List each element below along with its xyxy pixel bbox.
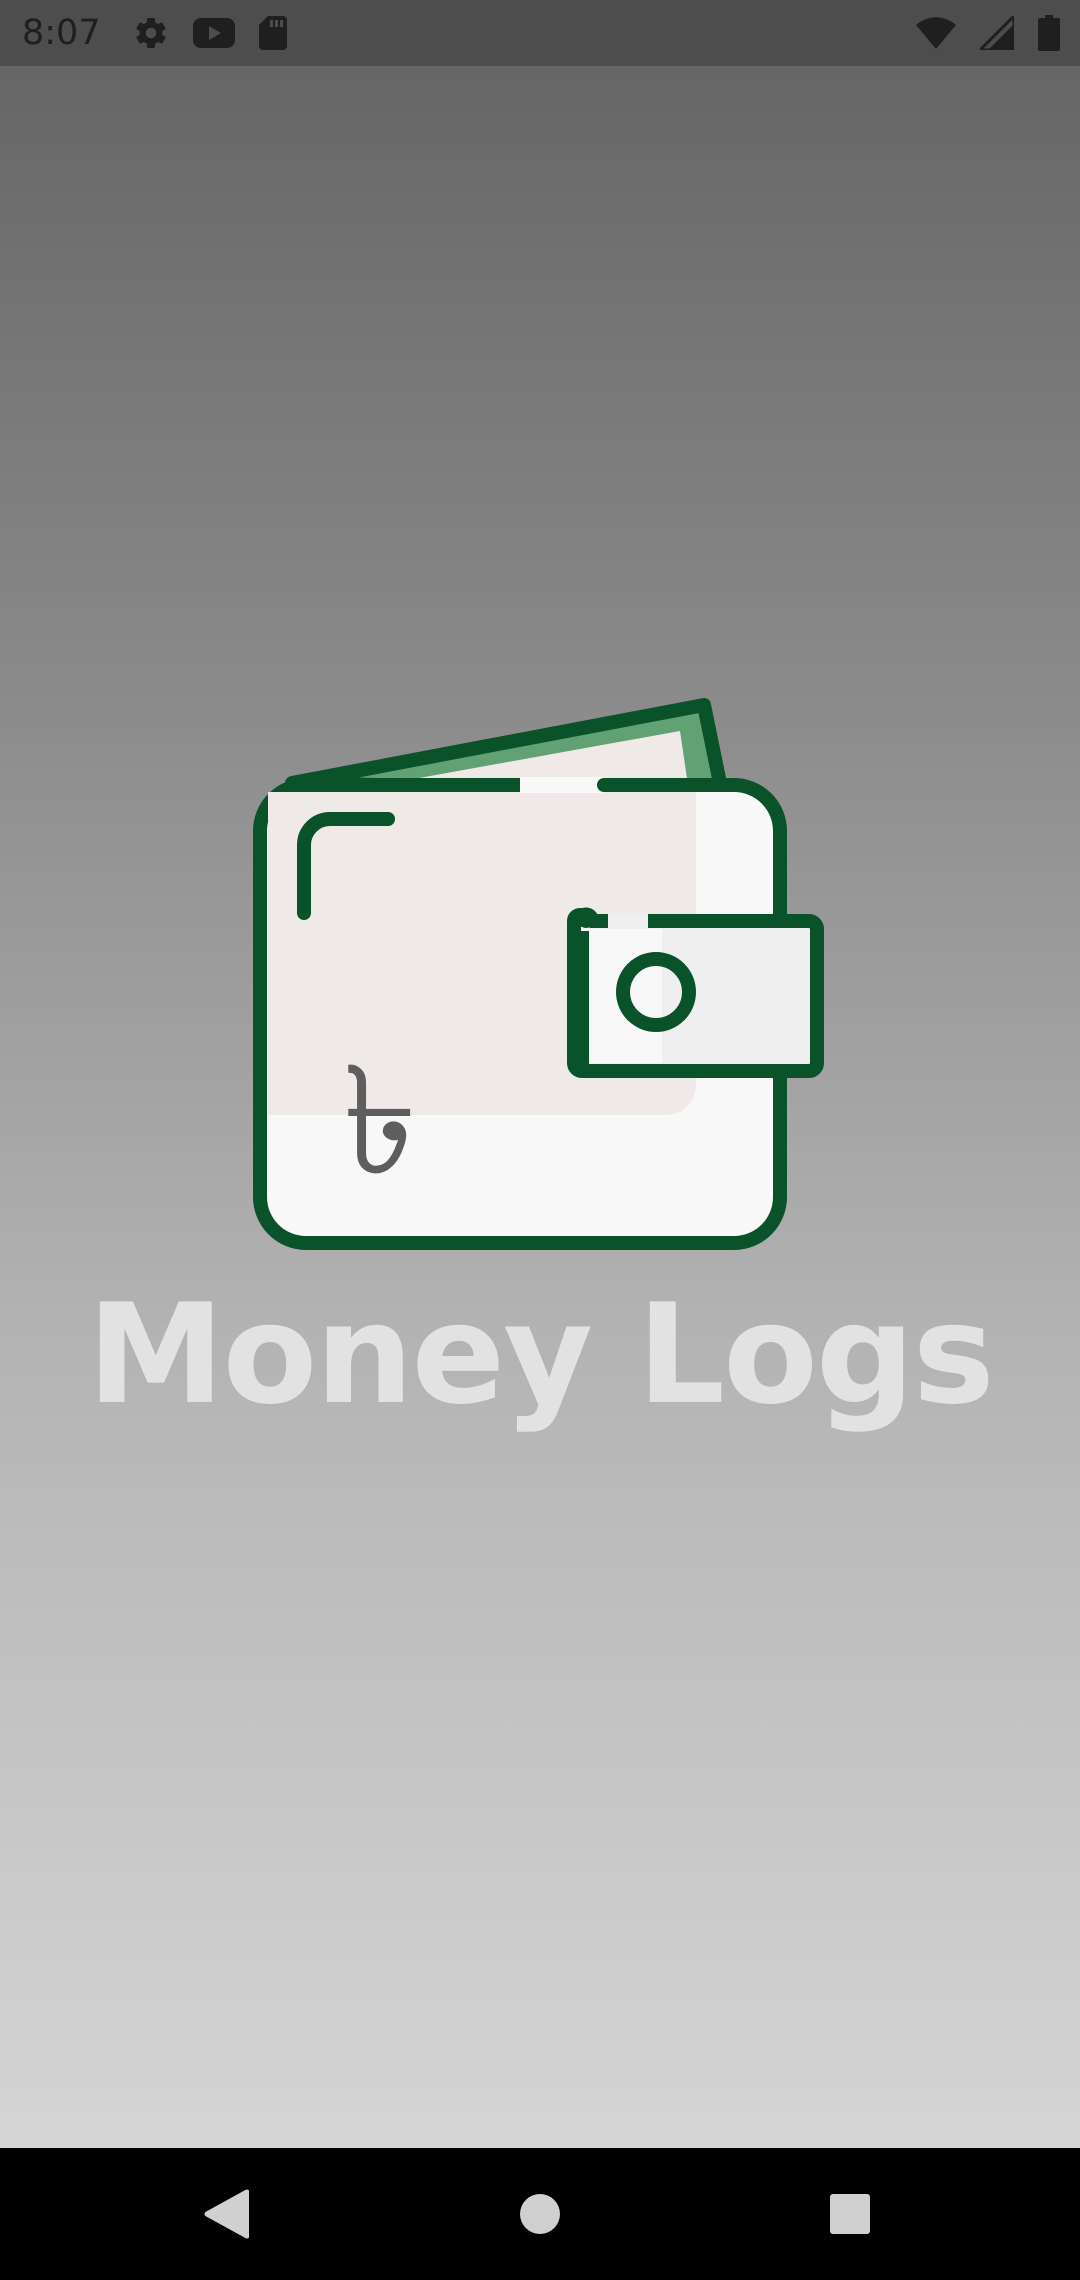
status-time: 8:07	[22, 13, 101, 53]
navigation-bar	[0, 2148, 1080, 2280]
sd-card-icon	[258, 16, 287, 50]
app-name: Money Logs	[87, 1274, 995, 1435]
back-icon	[204, 2189, 249, 2239]
battery-icon	[1038, 15, 1060, 51]
status-bar-right	[916, 15, 1060, 51]
wifi-icon	[916, 17, 956, 49]
recents-button[interactable]	[812, 2176, 888, 2252]
cellular-signal-icon	[980, 16, 1014, 50]
status-bar-left: 8:07	[22, 13, 287, 53]
settings-icon	[133, 15, 169, 51]
recents-icon	[830, 2194, 870, 2234]
currency-symbol: ৳	[343, 1035, 418, 1209]
home-button[interactable]	[502, 2176, 578, 2252]
youtube-icon	[192, 18, 235, 48]
splash-screen: 8:07 ৳ Money Logs	[0, 0, 1080, 2148]
status-bar: 8:07	[0, 0, 1080, 66]
back-button[interactable]	[188, 2176, 264, 2252]
wallet-taka-icon: ৳	[248, 695, 832, 1255]
home-icon	[520, 2194, 560, 2234]
